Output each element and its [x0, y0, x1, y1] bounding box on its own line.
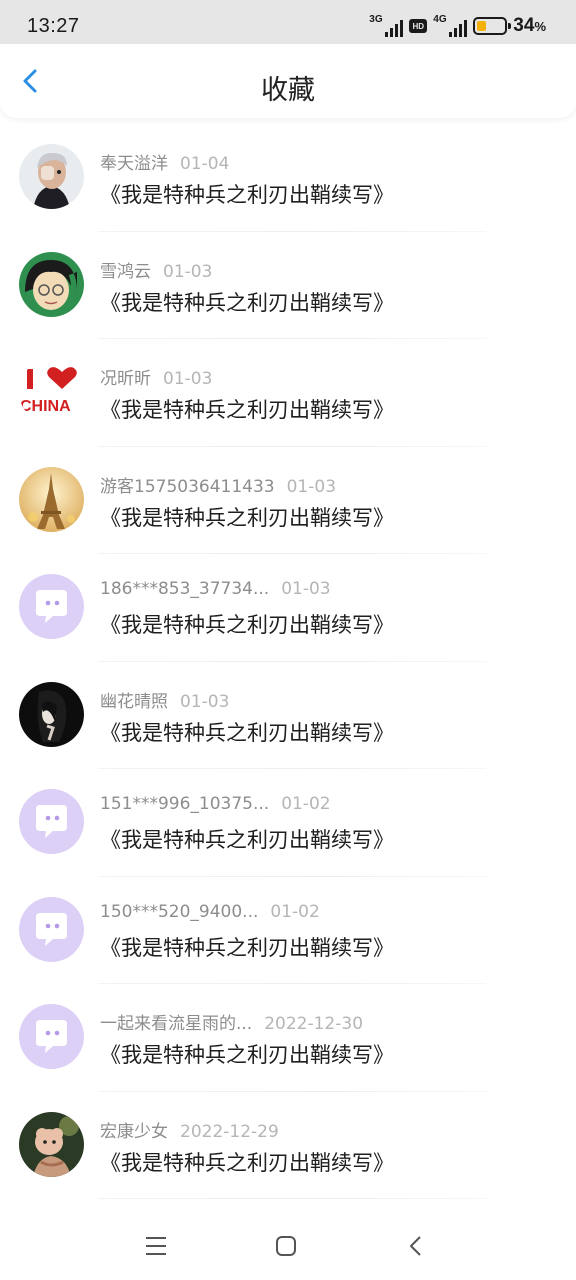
- system-nav-bar: [0, 1210, 576, 1280]
- user-name: 186***853_37734...: [100, 579, 270, 599]
- item-meta: 幽花晴照 01-03: [100, 687, 229, 712]
- book-title[interactable]: 《我是特种兵之利刃出鞘续写》: [100, 717, 394, 747]
- book-title[interactable]: 《我是特种兵之利刃出鞘续写》: [100, 179, 394, 209]
- item-meta: 150***520_9400... 01-02: [100, 902, 320, 922]
- favorite-item[interactable]: 一起来看流星雨的... 2022-12-30 《我是特种兵之利刃出鞘续写》: [0, 984, 576, 1092]
- battery-icon: [473, 17, 512, 35]
- divider: [98, 1198, 486, 1199]
- book-title[interactable]: 《我是特种兵之利刃出鞘续写》: [100, 502, 394, 532]
- collect-date: 01-02: [270, 901, 320, 922]
- top-bar: 收藏: [0, 44, 576, 118]
- collect-date: 01-03: [281, 579, 331, 599]
- user-name: 151***996_10375...: [100, 794, 270, 814]
- collect-date: 01-02: [281, 794, 331, 814]
- avatar[interactable]: CHINA: [19, 359, 84, 424]
- home-button[interactable]: [272, 1232, 300, 1260]
- status-time: 13:27: [27, 15, 80, 37]
- item-meta: 宏康少女 2022-12-29: [100, 1117, 279, 1142]
- avatar[interactable]: [19, 144, 84, 209]
- battery-level: [477, 21, 487, 31]
- item-meta: 况昕昕 01-03: [100, 364, 212, 389]
- book-title[interactable]: 《我是特种兵之利刃出鞘续写》: [100, 1147, 394, 1177]
- collect-date: 01-03: [286, 476, 337, 497]
- avatar[interactable]: [19, 466, 84, 532]
- page-title: 收藏: [261, 75, 315, 106]
- collect-date: 01-03: [180, 691, 230, 712]
- avatar[interactable]: [19, 789, 84, 854]
- home-icon: [276, 1236, 296, 1256]
- item-meta: 186***853_37734... 01-03: [100, 579, 331, 599]
- battery-percent: 34%: [513, 15, 546, 36]
- user-name: 雪鸿云: [100, 261, 151, 282]
- signal-4g-icon: 4G: [433, 14, 468, 37]
- user-name: 况昕昕: [100, 369, 151, 389]
- menu-icon: [146, 1237, 166, 1255]
- book-title[interactable]: 《我是特种兵之利刃出鞘续写》: [100, 287, 394, 317]
- hd-icon: HD: [409, 19, 428, 33]
- user-name: 150***520_9400...: [100, 901, 259, 922]
- avatar[interactable]: [19, 574, 84, 639]
- user-name: 宏康少女: [100, 1121, 168, 1142]
- favorite-item[interactable]: 幽花晴照 01-03 《我是特种兵之利刃出鞘续写》: [0, 662, 576, 769]
- favorite-item[interactable]: 150***520_9400... 01-02 《我是特种兵之利刃出鞘续写》: [0, 877, 576, 984]
- user-name: 一起来看流星雨的...: [100, 1014, 253, 1034]
- user-name: 游客1575036411433: [100, 476, 275, 497]
- favorite-item[interactable]: 游客1575036411433 01-03 《我是特种兵之利刃出鞘续写》: [0, 447, 576, 554]
- item-meta: 游客1575036411433 01-03: [100, 472, 336, 497]
- signal-3g-icon: 3G: [369, 14, 404, 37]
- user-name: 幽花晴照: [100, 691, 168, 712]
- item-meta: 雪鸿云 01-03: [100, 257, 212, 282]
- collect-date: 01-03: [163, 261, 213, 282]
- avatar[interactable]: [19, 896, 84, 962]
- collect-date: 2022-12-30: [264, 1014, 364, 1034]
- nav-back-button[interactable]: [402, 1232, 430, 1260]
- avatar[interactable]: [19, 1004, 84, 1069]
- book-title[interactable]: 《我是特种兵之利刃出鞘续写》: [100, 932, 394, 962]
- item-meta: 151***996_10375... 01-02: [100, 794, 331, 814]
- favorite-item[interactable]: 雪鸿云 01-03 《我是特种兵之利刃出鞘续写》: [0, 232, 576, 339]
- back-icon: [410, 1236, 421, 1256]
- book-title[interactable]: 《我是特种兵之利刃出鞘续写》: [100, 1039, 394, 1069]
- favorite-item[interactable]: 186***853_37734... 01-03 《我是特种兵之利刃出鞘续写》: [0, 554, 576, 662]
- book-title[interactable]: 《我是特种兵之利刃出鞘续写》: [100, 609, 394, 639]
- book-title[interactable]: 《我是特种兵之利刃出鞘续写》: [100, 824, 394, 854]
- collect-date: 01-03: [163, 369, 213, 389]
- svg-text:CHINA: CHINA: [20, 398, 71, 415]
- avatar[interactable]: [19, 681, 84, 747]
- avatar[interactable]: [19, 251, 84, 317]
- status-bar: 13:27 3G HD 4G 34%: [0, 0, 576, 44]
- menu-button[interactable]: [142, 1232, 170, 1260]
- favorite-item[interactable]: 奉天溢洋 01-04 《我是特种兵之利刃出鞘续写》: [0, 124, 576, 232]
- collect-date: 2022-12-29: [180, 1121, 279, 1142]
- item-meta: 奉天溢洋 01-04: [100, 149, 229, 174]
- favorites-list: 奉天溢洋 01-04 《我是特种兵之利刃出鞘续写》 雪鸿云 01-03 《我是特种兵之利刃…: [0, 124, 576, 1199]
- status-icons: 3G HD 4G 34%: [369, 14, 546, 38]
- collect-date: 01-04: [180, 154, 230, 174]
- favorite-item[interactable]: CHINA 况昕昕 01-03 《我是特种兵之利刃出鞘续写》: [0, 339, 576, 447]
- book-title[interactable]: 《我是特种兵之利刃出鞘续写》: [100, 394, 394, 424]
- favorite-item[interactable]: 宏康少女 2022-12-29 《我是特种兵之利刃出鞘续写》: [0, 1092, 576, 1199]
- avatar[interactable]: [19, 1111, 84, 1177]
- item-meta: 一起来看流星雨的... 2022-12-30: [100, 1009, 363, 1034]
- user-name: 奉天溢洋: [100, 154, 168, 174]
- favorite-item[interactable]: 151***996_10375... 01-02 《我是特种兵之利刃出鞘续写》: [0, 769, 576, 877]
